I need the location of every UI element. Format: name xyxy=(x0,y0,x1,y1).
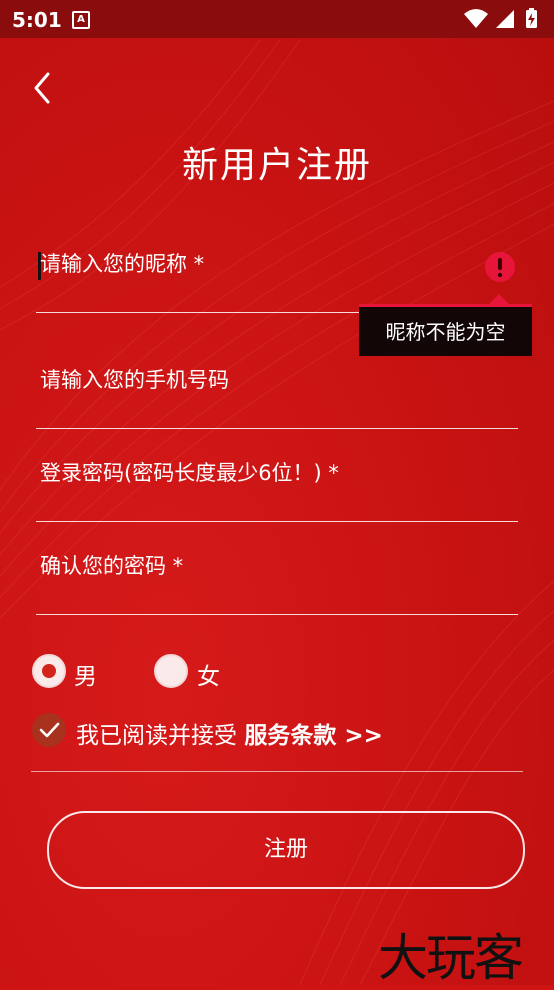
accessibility-icon: A xyxy=(72,11,90,29)
error-tooltip-notch xyxy=(489,294,509,304)
status-time: 5:01 xyxy=(12,8,62,32)
checkmark-icon xyxy=(39,722,60,738)
phone-field[interactable]: 请输入您的手机号码 xyxy=(36,368,518,429)
agree-checkbox[interactable] xyxy=(32,713,66,747)
gender-female-radio[interactable] xyxy=(154,654,188,688)
gender-male-label[interactable]: 男 xyxy=(74,657,97,691)
terms-link[interactable]: 服务条款 >> xyxy=(244,723,383,749)
nickname-placeholder: 请输入您的昵称 * xyxy=(40,252,205,276)
signal-icon xyxy=(496,10,514,28)
phone-placeholder: 请输入您的手机号码 xyxy=(40,368,229,392)
watermark: 大玩客 xyxy=(378,929,524,987)
back-arrow-icon[interactable] xyxy=(28,68,62,108)
confirm-password-placeholder: 确认您的密码 * xyxy=(40,554,184,578)
password-field[interactable]: 登录密码(密码长度最少6位！) * xyxy=(36,461,518,522)
page-title: 新用户注册 xyxy=(181,145,372,186)
agreement-text: 我已阅读并接受 服务条款 >> xyxy=(76,716,383,750)
status-icons xyxy=(464,8,537,28)
error-icon xyxy=(485,252,515,282)
register-button[interactable]: 注册 xyxy=(47,811,525,889)
status-bar: 5:01 A xyxy=(0,0,554,38)
divider xyxy=(31,771,523,772)
error-tooltip: 昵称不能为空 xyxy=(359,304,532,356)
wifi-icon xyxy=(464,9,488,28)
password-placeholder: 登录密码(密码长度最少6位！) * xyxy=(40,461,339,485)
agreement-label: 我已阅读并接受 xyxy=(76,723,237,749)
gender-male-radio[interactable] xyxy=(32,654,66,688)
confirm-password-field[interactable]: 确认您的密码 * xyxy=(36,554,518,615)
gender-female-label[interactable]: 女 xyxy=(197,657,220,691)
